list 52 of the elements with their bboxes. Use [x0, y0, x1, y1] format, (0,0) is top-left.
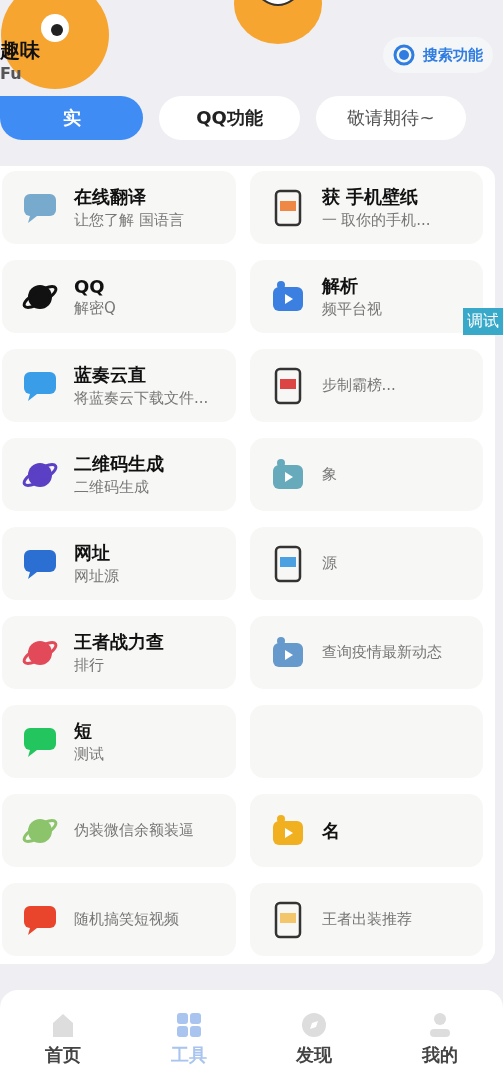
tool-title: 网址: [74, 541, 111, 565]
tool-card[interactable]: 短 测试: [2, 705, 236, 778]
tool-description: 伪装微信余额装逼: [74, 821, 194, 840]
tool-description: 测试: [74, 745, 104, 764]
tool-card[interactable]: 王者战力查 排行: [2, 616, 236, 689]
tool-title: 蓝奏云直: [74, 363, 147, 387]
tool-title: 在线翻译: [74, 185, 147, 209]
tool-description: 王者出装推荐: [321, 910, 412, 929]
tool-description: 一 取你的手机...: [321, 211, 431, 230]
tool-description: 网址源: [74, 567, 119, 586]
tool-description: 步制霸榜...: [321, 376, 396, 395]
tool-card[interactable]: 蓝奏云直 将蓝奏云下载文件...: [2, 349, 236, 422]
tool-description: 让您了解 国语言: [74, 211, 184, 230]
tool-title: QQ: [74, 275, 106, 297]
tool-card[interactable]: 源: [249, 527, 483, 600]
category-tab[interactable]: 敬请期待~: [316, 96, 466, 140]
tool-title: 解析: [321, 274, 359, 298]
tool-description: 查询疫情最新动态: [321, 643, 442, 662]
tool-title: 名: [321, 818, 340, 843]
search-icon: [393, 44, 415, 66]
tool-card[interactable]: 随机搞笑短视频: [2, 883, 236, 956]
tool-card[interactable]: 名: [249, 794, 483, 867]
tool-card[interactable]: 二维码生成 二维码生成: [2, 438, 236, 511]
tool-card[interactable]: 网址 网址源: [2, 527, 236, 600]
tool-card[interactable]: 在线翻译 让您了解 国语言: [2, 171, 236, 244]
tool-title: 王者战力查: [74, 630, 164, 654]
tool-title: 二维码生成: [74, 452, 164, 476]
grid-icon: [174, 1011, 203, 1039]
tool-description: 将蓝奏云下载文件...: [74, 389, 209, 408]
tool-description: 象: [321, 465, 337, 484]
search-button[interactable]: 搜索功能: [383, 37, 493, 73]
nav-item[interactable]: 首页: [0, 1010, 126, 1068]
app-subtitle: Fu: [0, 64, 23, 83]
tool-card[interactable]: 获 手机壁纸 一 取你的手机...: [249, 171, 483, 244]
tool-title: 获 手机壁纸: [321, 185, 419, 209]
category-tab[interactable]: QQ功能: [159, 96, 300, 140]
tool-description: 解密Q: [74, 298, 116, 318]
tool-description: 排行: [74, 656, 105, 675]
nav-item[interactable]: 发现: [251, 1010, 378, 1068]
tool-description: 频平台视: [321, 300, 382, 319]
tool-description: 二维码生成: [74, 478, 150, 497]
tool-card[interactable]: 象: [249, 438, 483, 511]
tool-description: 随机搞笑短视频: [74, 910, 179, 929]
tool-card[interactable]: 步制霸榜...: [249, 349, 483, 422]
tool-card[interactable]: 王者出装推荐: [249, 883, 483, 956]
tool-title: 短: [74, 719, 93, 743]
compass-icon: [300, 1011, 329, 1039]
tool-card[interactable]: 伪装微信余额装逼: [2, 794, 236, 867]
tool-description: 源: [321, 554, 337, 573]
tool-card[interactable]: QQ 解密Q: [2, 260, 236, 333]
nav-item[interactable]: 我的: [377, 1010, 503, 1068]
tool-card[interactable]: 查询疫情最新动态: [249, 616, 483, 689]
